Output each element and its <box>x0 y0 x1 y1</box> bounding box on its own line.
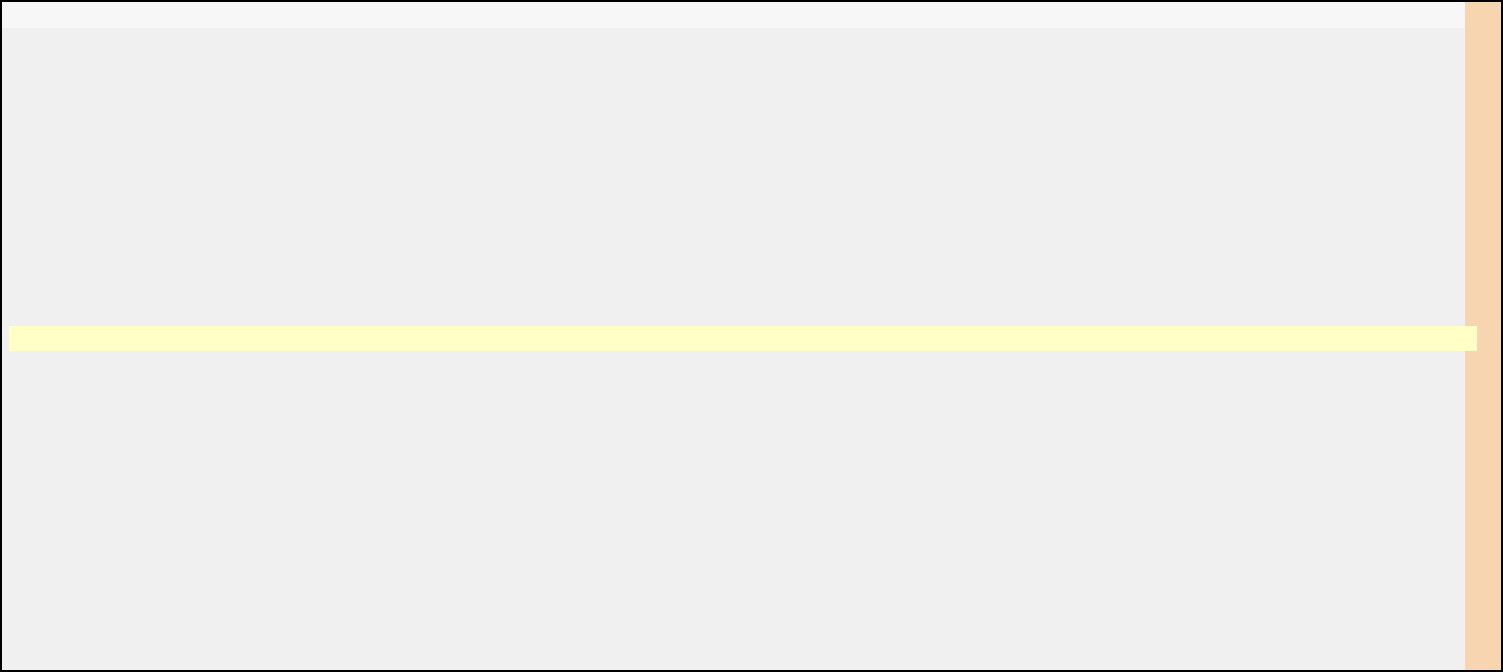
spectrogram-window <box>0 0 1503 672</box>
time-axis <box>9 326 1477 351</box>
title-bar <box>2 2 1465 28</box>
rcp-spectrogram-panel <box>20 28 1464 326</box>
lcp-axis-label <box>37 0 53 53</box>
lcp-spectrogram-panel <box>20 351 1464 653</box>
